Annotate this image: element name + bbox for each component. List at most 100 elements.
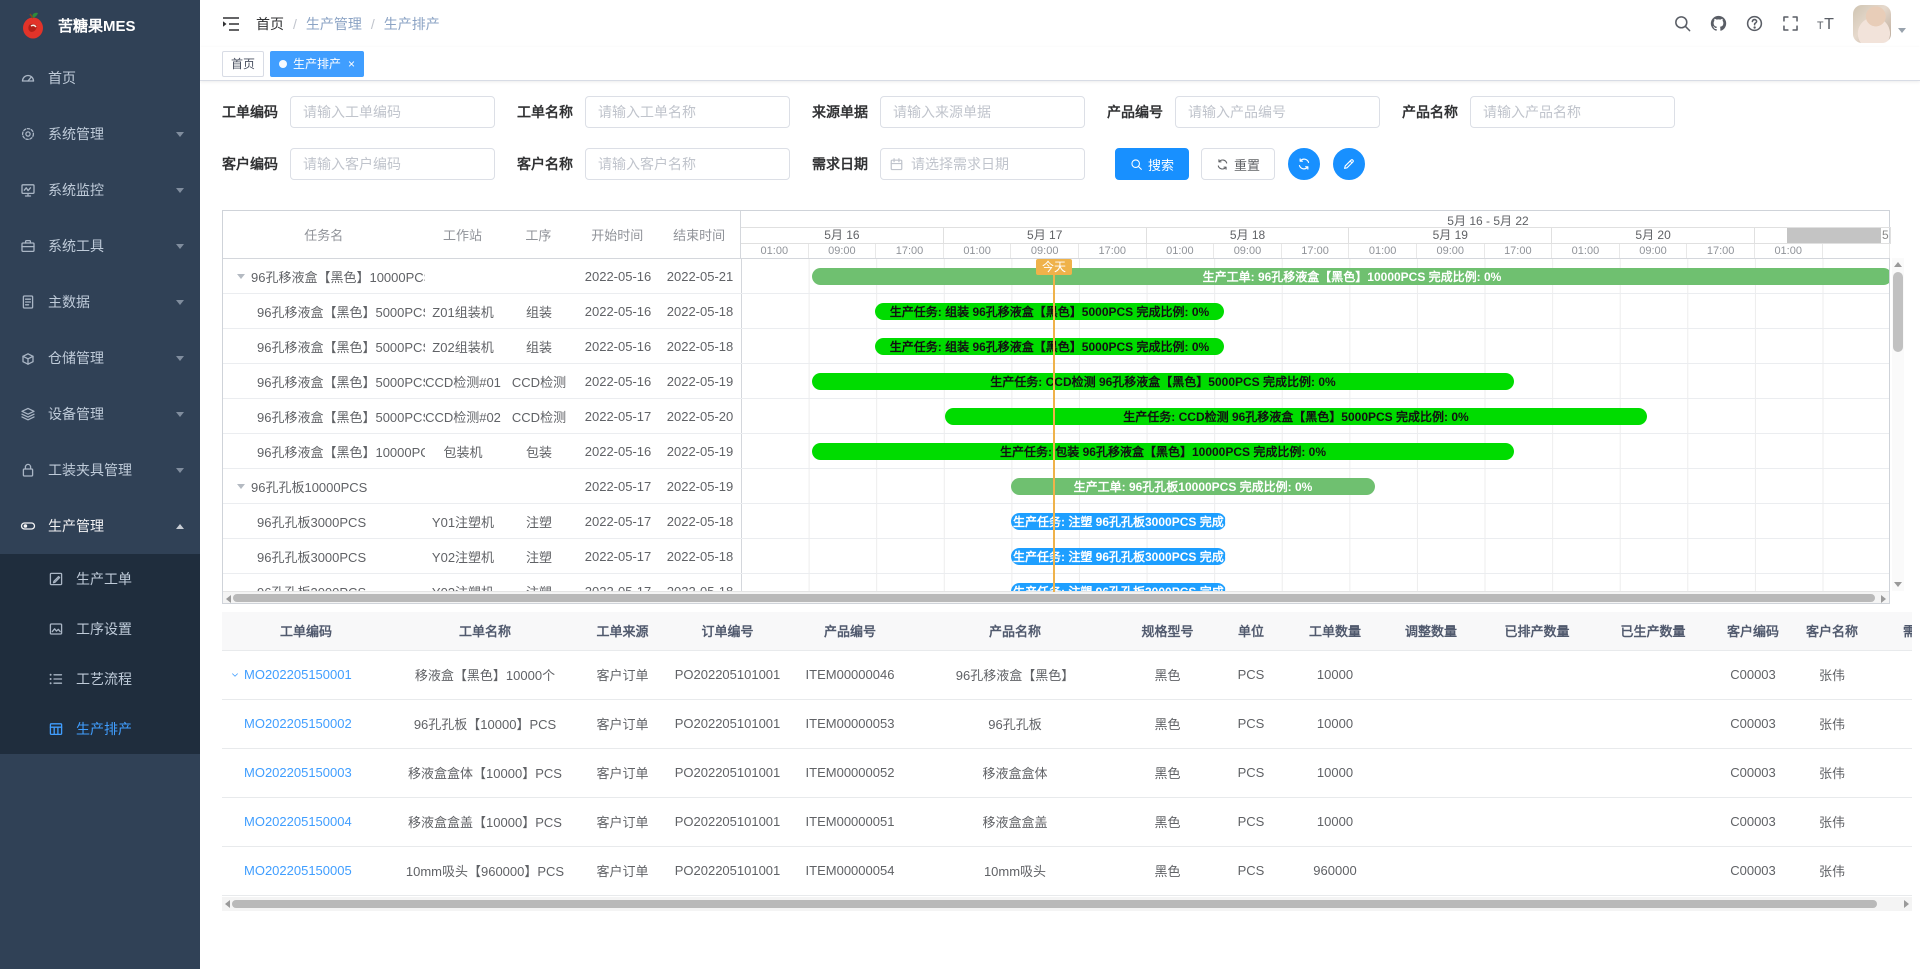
sidebar-item-work-order[interactable]: 生产工单	[0, 554, 200, 604]
scroll-right-icon[interactable]	[1881, 595, 1886, 603]
gantt-task-bar[interactable]: 生产任务: 注塑 96孔孔板3000PCS 完成比例: 0%	[1011, 513, 1226, 530]
row-expand-icon[interactable]	[230, 670, 240, 680]
github-icon[interactable]	[1709, 14, 1728, 33]
sidebar-item-system-tools[interactable]: 系统工具	[0, 218, 200, 274]
tab-生产排产[interactable]: 生产排产×	[270, 51, 364, 77]
sidebar-item-system-monitor[interactable]: 系统监控	[0, 162, 200, 218]
task-end-cell: 2022-05-21	[659, 259, 741, 293]
grid-icon	[48, 721, 64, 737]
scrollbar-thumb[interactable]	[1893, 272, 1903, 352]
scroll-left-icon[interactable]	[226, 595, 231, 603]
gantt-work-order-bar[interactable]: 生产工单: 96孔移液盒【黑色】10000PCS 完成比例: 0%	[812, 268, 1889, 285]
tree-collapse-icon[interactable]	[237, 484, 245, 489]
gantt-task-bar[interactable]: 生产任务: CCD检测 96孔移液盒【黑色】5000PCS 完成比例: 0%	[945, 408, 1647, 425]
search-button[interactable]: 搜索	[1115, 148, 1189, 180]
chevron-down-icon[interactable]	[1898, 28, 1906, 33]
work-order-link[interactable]: MO202205150002	[244, 716, 352, 731]
gantt-timeline-cell: 生产任务: 组装 96孔移液盒【黑色】5000PCS 完成比例: 0%	[741, 329, 1889, 363]
table-cell: ITEM00000051	[790, 797, 910, 846]
filter-input-需求日期[interactable]	[881, 149, 1084, 179]
table-cell: 黑色	[1120, 797, 1215, 846]
gantt-task-bar[interactable]: 生产任务: 组装 96孔移液盒【黑色】5000PCS 完成比例: 0%	[875, 338, 1224, 355]
chevron-down-icon	[176, 356, 184, 361]
work-order-link[interactable]: MO202205150004	[244, 814, 352, 829]
sidebar-item-production[interactable]: 生产管理	[0, 498, 200, 554]
sidebar-menu: 首页系统管理系统监控系统工具主数据仓储管理设备管理工装夹具管理生产管理生产工单工…	[0, 50, 200, 754]
task-name-cell: 96孔孔板3000PCS	[223, 539, 425, 573]
work-order-link[interactable]: MO202205150003	[244, 765, 352, 780]
font-size-icon[interactable]: TT	[1817, 14, 1836, 33]
filter-input-工单编码[interactable]	[291, 97, 494, 127]
table-cell: PCS	[1215, 650, 1287, 699]
task-station-cell: Z01组装机	[425, 294, 501, 328]
breadcrumb-item[interactable]: 生产管理	[306, 14, 362, 34]
dashboard-icon	[20, 70, 36, 86]
close-icon[interactable]: ×	[348, 58, 355, 70]
sidebar-item-label: 工艺流程	[76, 669, 184, 689]
gantt-header-scroll-thumb[interactable]	[1787, 228, 1881, 243]
app-logo: 苦糖果MES	[0, 0, 200, 50]
sidebar-item-fixture[interactable]: 工装夹具管理	[0, 442, 200, 498]
column-header-单位: 单位	[1215, 612, 1287, 650]
sidebar-item-master-data[interactable]: 主数据	[0, 274, 200, 330]
filter-input-产品名称[interactable]	[1471, 97, 1674, 127]
task-station-cell	[425, 469, 501, 503]
sidebar-item-process-flow[interactable]: 工艺流程	[0, 654, 200, 704]
gantt-task-bar[interactable]: 生产任务: 包装 96孔移液盒【黑色】10000PCS 完成比例: 0%	[812, 443, 1514, 460]
avatar[interactable]	[1853, 5, 1891, 43]
gantt-task-bar[interactable]: 生产任务: CCD检测 96孔移液盒【黑色】5000PCS 完成比例: 0%	[812, 373, 1514, 390]
fullscreen-icon[interactable]	[1781, 14, 1800, 33]
filter-input-客户名称[interactable]	[586, 149, 789, 179]
help-icon[interactable]	[1745, 14, 1764, 33]
filter-label: 产品编号	[1107, 102, 1175, 122]
gantt-timeline-cell: 生产任务: 组装 96孔移液盒【黑色】5000PCS 完成比例: 0%	[741, 294, 1889, 328]
scroll-right-icon[interactable]	[1904, 900, 1909, 908]
sidebar-item-warehouse[interactable]: 仓储管理	[0, 330, 200, 386]
table-cell: 黑色	[1120, 846, 1215, 895]
table-cell: 客户订单	[580, 846, 665, 895]
scroll-left-icon[interactable]	[225, 900, 230, 908]
table-cell: 960000	[1287, 846, 1383, 895]
filter-input-工单名称[interactable]	[586, 97, 789, 127]
refresh-gantt-button[interactable]	[1288, 148, 1320, 180]
sidebar-item-equipment[interactable]: 设备管理	[0, 386, 200, 442]
table-horizontal-scrollbar[interactable]	[222, 897, 1912, 911]
gantt-horizontal-scrollbar[interactable]	[223, 591, 1889, 603]
tree-collapse-icon[interactable]	[237, 274, 245, 279]
gantt-vertical-scrollbar[interactable]	[1892, 258, 1904, 591]
sidebar-item-label: 主数据	[48, 292, 176, 312]
work-order-link[interactable]: MO202205150005	[244, 863, 352, 878]
reset-button[interactable]: 重置	[1201, 148, 1275, 180]
breadcrumb-item[interactable]: 首页	[256, 14, 284, 34]
edit-square-icon	[48, 571, 64, 587]
work-order-link[interactable]: MO202205150001	[244, 667, 352, 682]
sidebar-item-scheduling[interactable]: 生产排产	[0, 704, 200, 754]
sidebar-item-home[interactable]: 首页	[0, 50, 200, 106]
table-cell: PCS	[1215, 846, 1287, 895]
filter-field: 工单名称	[517, 96, 790, 128]
filter-input-客户编码[interactable]	[291, 149, 494, 179]
task-start-cell: 2022-05-17	[577, 469, 659, 503]
filter-input-产品编号[interactable]	[1176, 97, 1379, 127]
edit-button[interactable]	[1333, 148, 1365, 180]
task-station-cell	[425, 259, 501, 293]
tab-首页[interactable]: 首页	[222, 51, 264, 77]
search-icon[interactable]	[1673, 14, 1692, 33]
text-input-box	[1470, 96, 1675, 128]
sidebar-item-system-admin[interactable]: 系统管理	[0, 106, 200, 162]
gantt-task-bar[interactable]: 生产任务: 注塑 96孔孔板3000PCS 完成比例: 0%	[1011, 548, 1226, 565]
task-start-cell: 2022-05-16	[577, 329, 659, 363]
gantt-task-bar[interactable]: 生产任务: 组装 96孔移液盒【黑色】5000PCS 完成比例: 0%	[875, 303, 1224, 320]
gantt-column-header: 工作站	[425, 225, 501, 244]
gantt-work-order-bar[interactable]: 生产工单: 96孔孔板10000PCS 完成比例: 0%	[1011, 478, 1375, 495]
scrollbar-thumb[interactable]	[232, 900, 1877, 908]
filter-input-来源单据[interactable]	[881, 97, 1084, 127]
scroll-up-icon[interactable]	[1894, 262, 1902, 267]
sidebar-item-process-settings[interactable]: 工序设置	[0, 604, 200, 654]
table-cell: 202	[1869, 699, 1912, 748]
sidebar-toggle-icon[interactable]	[222, 16, 240, 32]
column-header-需求日期: 需求日期	[1869, 612, 1912, 650]
scrollbar-thumb[interactable]	[233, 594, 1875, 602]
scroll-down-icon[interactable]	[1894, 582, 1902, 587]
gantt-timeline-cell: 生产任务: 注塑 96孔孔板3000PCS 完成比例: 0%	[741, 574, 1889, 592]
